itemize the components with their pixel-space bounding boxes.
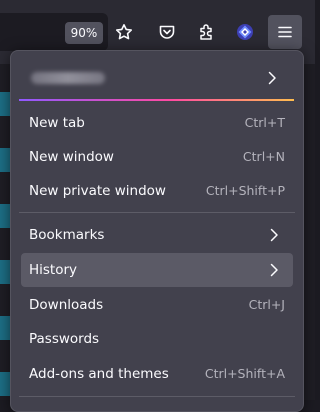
- menu-item-history[interactable]: History: [21, 253, 293, 287]
- menu-separator: [19, 212, 295, 213]
- bookmark-star-button[interactable]: [107, 15, 141, 49]
- app-menu-button[interactable]: [268, 15, 302, 49]
- menu-item-new-private-window[interactable]: New private window Ctrl+Shift+P: [21, 174, 293, 208]
- chevron-right-icon: [270, 228, 278, 242]
- menu-item-addons-themes[interactable]: Add-ons and themes Ctrl+Shift+A: [21, 357, 293, 391]
- extension-app-button[interactable]: [228, 15, 262, 49]
- menu-item-bookmarks[interactable]: Bookmarks: [21, 218, 293, 252]
- account-row[interactable]: [21, 60, 293, 96]
- star-icon: [116, 24, 132, 40]
- hamburger-menu-icon: [278, 26, 292, 38]
- chevron-right-icon: [270, 263, 278, 277]
- account-accent-divider: [19, 99, 294, 101]
- menu-item-new-window[interactable]: New window Ctrl+N: [21, 140, 293, 174]
- pocket-icon: [159, 25, 175, 39]
- menu-item-downloads[interactable]: Downloads Ctrl+J: [21, 288, 293, 322]
- account-name-redacted: [31, 72, 105, 84]
- zoom-level-badge[interactable]: 90%: [65, 22, 103, 44]
- extensions-icon: [200, 24, 212, 40]
- app-menu-panel: New tab Ctrl+T New window Ctrl+N New pri…: [10, 50, 304, 412]
- chevron-right-icon: [268, 71, 276, 85]
- pocket-button[interactable]: [150, 15, 184, 49]
- menu-item-new-tab[interactable]: New tab Ctrl+T: [21, 106, 293, 140]
- menu-item-passwords[interactable]: Passwords: [21, 322, 293, 356]
- extensions-button[interactable]: [190, 15, 224, 49]
- menu-separator: [19, 396, 295, 397]
- extension-app-icon: [237, 24, 253, 40]
